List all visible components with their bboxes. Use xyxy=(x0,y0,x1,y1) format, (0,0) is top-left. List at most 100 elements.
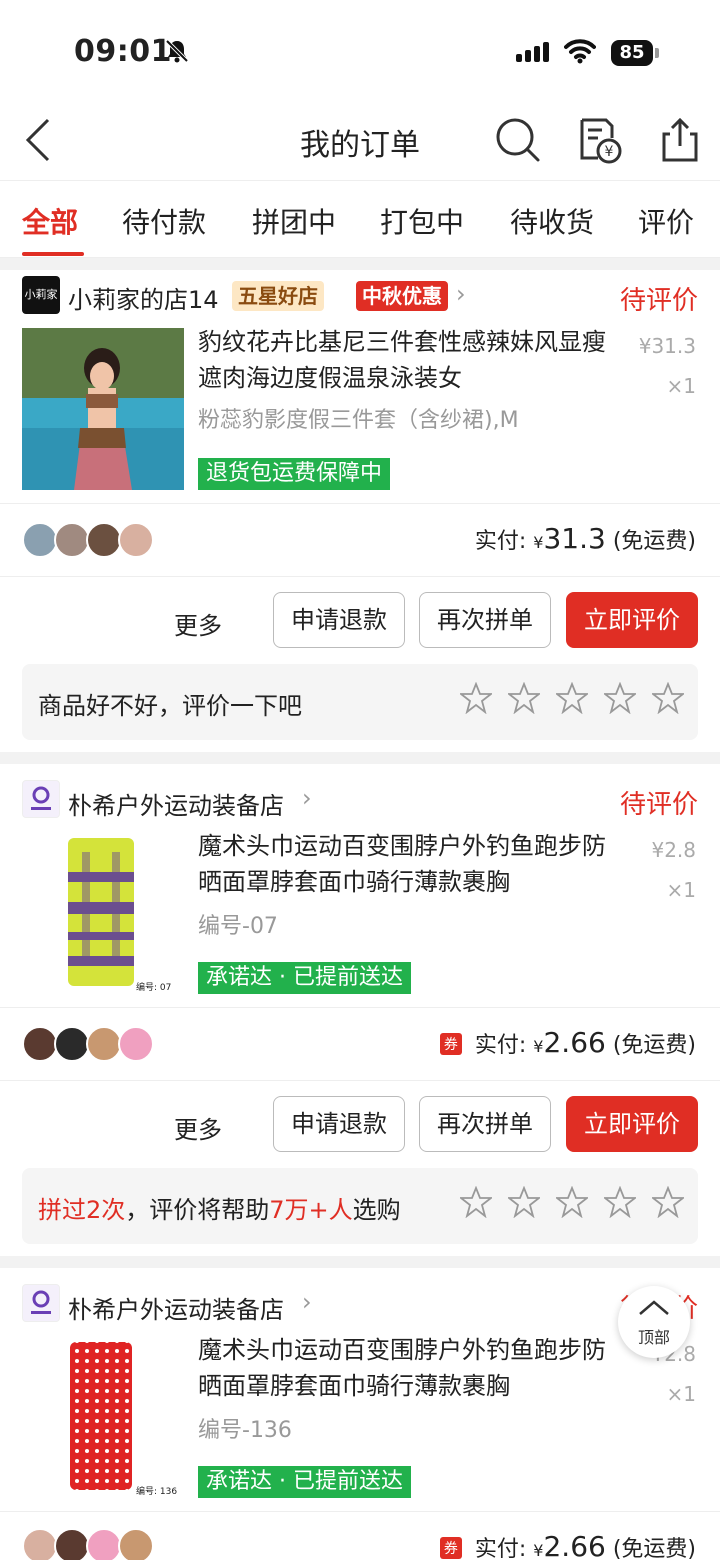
tab-group-buy[interactable]: 拼团中 xyxy=(252,201,336,241)
product-title[interactable]: 豹纹花卉比基尼三件套性感辣妹风显瘦遮肉海边度假温泉泳装女 xyxy=(198,324,618,396)
back-to-top-button[interactable]: 顶部 xyxy=(618,1286,690,1358)
review-prompt-count: 2次 xyxy=(86,1196,126,1224)
divider xyxy=(0,1511,720,1512)
quantity: ×1 xyxy=(666,374,696,398)
paid-value: 2.66 xyxy=(543,1026,606,1059)
unit-price: ¥2.8 xyxy=(651,838,696,862)
order-separator xyxy=(0,752,720,764)
product-image[interactable] xyxy=(22,328,184,490)
star-icon[interactable] xyxy=(556,682,588,714)
chevron-right-icon: › xyxy=(302,784,312,812)
cellular-signal-icon xyxy=(516,42,549,62)
order-tabs: 全部 待付款 拼团中 打包中 待收货 评价 xyxy=(0,180,720,258)
battery-icon: 85 xyxy=(611,40,653,66)
paid-label: 实付: xyxy=(474,1033,527,1058)
review-prompt-box[interactable]: 商品好不好，评价一下吧 xyxy=(22,664,698,740)
status-time: 09:01 xyxy=(74,34,172,69)
product-photo xyxy=(22,328,184,490)
paid-value: 2.66 xyxy=(543,1530,606,1560)
star-icon[interactable] xyxy=(652,1186,684,1218)
product-image[interactable]: 编号: 136 xyxy=(22,1336,184,1498)
star-rating[interactable] xyxy=(460,682,684,714)
avatar xyxy=(22,1528,58,1560)
tab-all[interactable]: 全部 xyxy=(22,201,78,241)
star-icon[interactable] xyxy=(604,1186,636,1218)
currency-symbol: ¥ xyxy=(533,533,544,552)
review-prompt-part: 选购 xyxy=(352,1196,401,1224)
star-icon[interactable] xyxy=(460,682,492,714)
review-prompt-part: 拼过 xyxy=(38,1196,86,1224)
buyer-avatars xyxy=(22,1528,154,1560)
quantity: ×1 xyxy=(666,1382,696,1406)
chevron-right-icon: › xyxy=(302,1288,312,1316)
shipping-note: (免运费) xyxy=(612,1033,696,1058)
avatar xyxy=(54,522,90,558)
unit-price: ¥31.3 xyxy=(638,334,696,358)
tab-review[interactable]: 评价 xyxy=(638,201,694,241)
star-icon[interactable] xyxy=(556,1186,588,1218)
product-photo xyxy=(22,832,184,994)
share-icon[interactable] xyxy=(656,116,704,164)
wifi-icon xyxy=(564,39,596,64)
coupon-icon: 券 xyxy=(439,1033,462,1055)
avatar xyxy=(54,1026,90,1062)
currency-symbol: ¥ xyxy=(533,1541,544,1560)
avatar xyxy=(86,1026,122,1062)
paid-amount: 券 实付: ¥2.66 (免运费) xyxy=(439,1530,696,1560)
avatar xyxy=(54,1528,90,1560)
star-rating[interactable] xyxy=(460,1186,684,1218)
order-status: 待评价 xyxy=(619,286,698,316)
shop-logo xyxy=(22,780,60,818)
paid-amount: 实付: ¥31.3 (免运费) xyxy=(475,522,696,555)
avatar xyxy=(22,522,58,558)
product-title[interactable]: 魔术头巾运动百变围脖户外钓鱼跑步防晒面罩脖套面巾骑行薄款裹胸 xyxy=(198,828,618,900)
rebuy-button[interactable]: 再次拼单 xyxy=(419,592,551,648)
shipping-note: (免运费) xyxy=(612,529,696,554)
review-prompt-box[interactable]: 拼过2次，评价将帮助7万+人选购 xyxy=(22,1168,698,1244)
star-icon[interactable] xyxy=(508,1186,540,1218)
invoice-icon[interactable]: ¥ xyxy=(576,116,624,164)
product-spec: 编号-136 xyxy=(198,1418,292,1443)
rebuy-button[interactable]: 再次拼单 xyxy=(419,1096,551,1152)
shipping-note: (免运费) xyxy=(612,1537,696,1560)
currency-symbol: ¥ xyxy=(533,1037,544,1056)
refund-button[interactable]: 申请退款 xyxy=(273,1096,405,1152)
avatar xyxy=(118,522,154,558)
avatar xyxy=(86,522,122,558)
product-image[interactable]: 编号: 07 xyxy=(22,832,184,994)
shop-logo: 小莉家 xyxy=(22,276,60,314)
star-icon[interactable] xyxy=(652,682,684,714)
star-icon[interactable] xyxy=(604,682,636,714)
shop-name[interactable]: 小莉家的店14 xyxy=(68,280,219,315)
buyer-avatars xyxy=(22,1026,154,1062)
coupon-icon: 券 xyxy=(439,1537,462,1559)
order-status: 待评价 xyxy=(619,790,698,820)
search-icon[interactable] xyxy=(494,116,542,164)
shop-name[interactable]: 朴希户外运动装备店 xyxy=(68,786,284,821)
buyer-avatars xyxy=(22,522,154,558)
paid-label: 实付: xyxy=(474,1537,527,1560)
shop-logo-icon xyxy=(31,786,51,810)
image-caption: 编号: 07 xyxy=(136,983,172,993)
divider xyxy=(0,1007,720,1008)
review-button[interactable]: 立即评价 xyxy=(566,1096,698,1152)
tab-pending-payment[interactable]: 待付款 xyxy=(122,201,206,241)
product-photo xyxy=(22,1336,184,1498)
star-icon[interactable] xyxy=(460,1186,492,1218)
review-button[interactable]: 立即评价 xyxy=(566,592,698,648)
more-button[interactable]: 更多 xyxy=(174,606,222,641)
refund-button[interactable]: 申请退款 xyxy=(273,592,405,648)
shop-name[interactable]: 朴希户外运动装备店 xyxy=(68,1290,284,1325)
tab-to-receive[interactable]: 待收货 xyxy=(510,201,594,241)
product-title[interactable]: 魔术头巾运动百变围脖户外钓鱼跑步防晒面罩脖套面巾骑行薄款裹胸 xyxy=(198,1332,618,1404)
tab-packing[interactable]: 打包中 xyxy=(380,201,464,241)
image-caption: 编号: 136 xyxy=(136,1487,178,1497)
more-button[interactable]: 更多 xyxy=(174,1110,222,1145)
divider xyxy=(0,1080,720,1081)
service-badge: 承诺达 · 已提前送达 xyxy=(198,1466,411,1498)
avatar xyxy=(118,1528,154,1560)
star-icon[interactable] xyxy=(508,682,540,714)
battery-tip xyxy=(655,48,659,58)
service-badge: 承诺达 · 已提前送达 xyxy=(198,962,411,994)
avatar xyxy=(118,1026,154,1062)
